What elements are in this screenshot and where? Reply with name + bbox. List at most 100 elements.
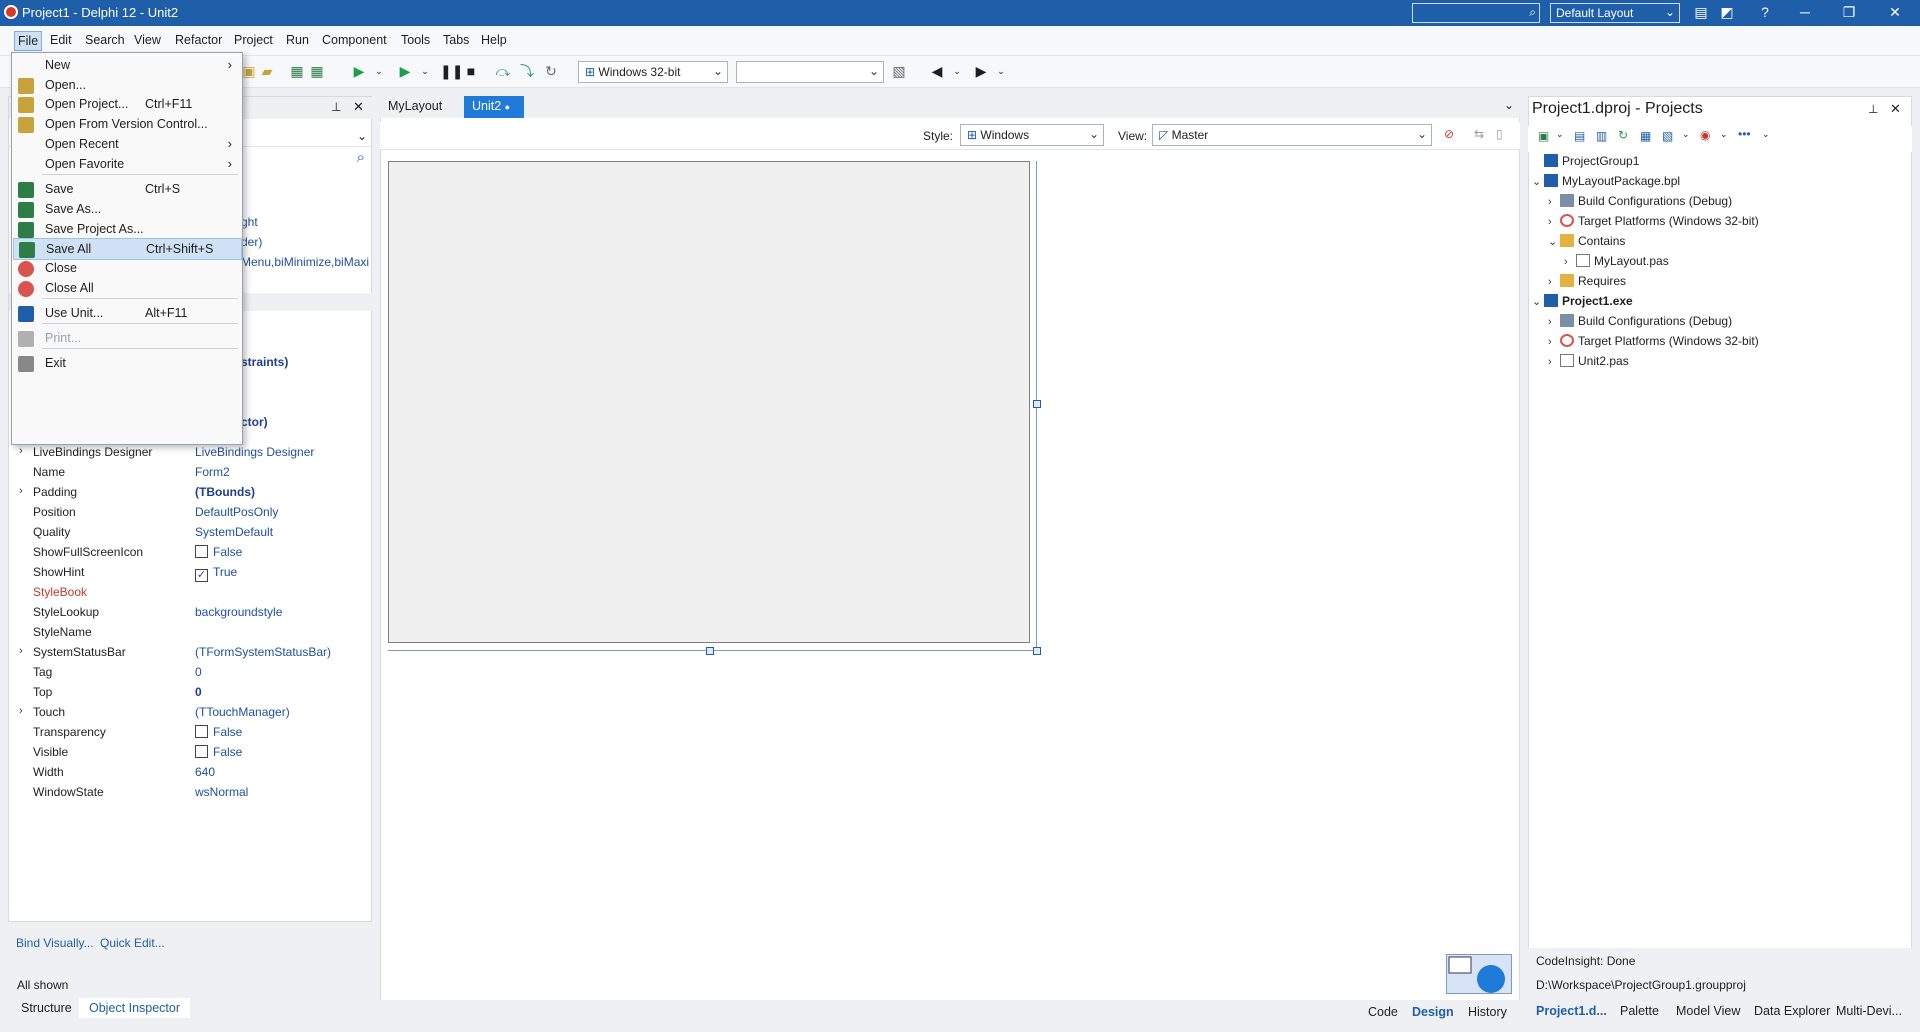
step-over-icon[interactable]: ⤼ [494,62,512,80]
save-icon[interactable]: ▦ [288,62,306,80]
restore-icon[interactable]: ❐ [1838,4,1860,21]
close-panel-icon[interactable]: ✕ [1890,101,1901,117]
stop-icon[interactable]: ■ [462,62,480,80]
tab-model-view[interactable]: Model View [1676,1004,1740,1018]
property-row[interactable]: WindowState wsNormal [9,783,373,803]
tab-unit2[interactable]: Unit2 ● [464,96,524,118]
property-value[interactable]: SystemDefault [195,525,273,539]
minimize-icon[interactable]: ─ [1794,4,1816,20]
tab-structure[interactable]: Structure [11,998,82,1018]
property-row[interactable]: › Touch (TTouchManager) [9,703,373,723]
tab-code[interactable]: Code [1368,1005,1398,1019]
file-menu-item-save-all[interactable]: Save All Ctrl+Shift+S [13,238,242,260]
file-menu-item-exit[interactable]: Exit [13,353,242,375]
file-menu-item-print[interactable]: Print... [13,328,242,350]
collapse-icon[interactable]: ⌄ [1532,295,1544,308]
layout-selector[interactable]: Default Layout ⌄ [1550,3,1680,23]
property-row[interactable]: Visible False [9,743,373,763]
checkbox-checked-icon[interactable]: ✓ [195,569,208,582]
save-desktop-icon[interactable]: ▤ [1690,4,1712,21]
property-value[interactable]: DefaultPosOnly [195,505,278,519]
chevron-down-icon[interactable]: ⌄ [1720,129,1728,140]
file-menu-item-new[interactable]: New › [13,55,242,77]
sync-view-icon[interactable]: ⇆ [1474,127,1484,141]
property-row[interactable]: Quality SystemDefault [9,523,373,543]
property-value[interactable]: False [195,725,242,739]
menu-project[interactable]: Project [234,33,273,47]
tree-item[interactable]: ⌄ Project1.exe [1532,294,1633,312]
expand-icon[interactable]: › [19,645,23,657]
expand-icon[interactable]: › [19,705,23,717]
pin-icon[interactable]: ⊥ [331,100,341,114]
menu-tools[interactable]: Tools [401,33,430,47]
build-config-combo[interactable]: ⌄ [736,61,884,83]
options-icon[interactable]: ▦ [1640,129,1651,143]
form-preview-thumbnail[interactable] [1446,954,1512,994]
file-menu-item-open-favorite[interactable]: Open Favorite › [13,154,242,176]
menu-search[interactable]: Search [85,33,125,47]
property-value[interactable]: ✓ True [195,565,237,582]
tree-item[interactable]: › Build Configurations (Debug) [1548,314,1732,332]
expand-icon[interactable]: › [1548,276,1560,288]
property-row[interactable]: Width 640 [9,763,373,783]
property-row[interactable]: › Padding (TBounds) [9,483,373,503]
close-panel-icon[interactable]: ✕ [353,99,364,115]
build-icon[interactable]: ◉ [1700,128,1710,142]
tab-project[interactable]: Project1.d... [1536,1004,1607,1018]
expand-icon[interactable]: › [1548,356,1560,368]
collapse-icon[interactable]: ⌄ [1532,175,1544,188]
property-value[interactable]: 0 [195,685,202,699]
property-row[interactable]: StyleBook [9,583,373,603]
checkbox-icon[interactable] [195,545,208,558]
view-combo[interactable]: ◸ Master ⌄ [1152,124,1432,146]
tree-item[interactable]: › Target Platforms (Windows 32-bit) [1548,334,1759,352]
tree-item[interactable]: › Build Configurations (Debug) [1548,194,1732,212]
more-icon[interactable]: ••• [1738,127,1751,141]
tree-item[interactable]: › MyLayout.pas [1564,254,1669,272]
folder-icon[interactable]: ▰ [258,62,276,80]
file-menu-item-save-as[interactable]: Save As... [13,199,242,221]
checkbox-icon[interactable] [195,745,208,758]
tab-palette[interactable]: Palette [1620,1004,1659,1018]
close-icon[interactable]: ✕ [1884,4,1906,21]
tree-item[interactable]: › Target Platforms (Windows 32-bit) [1548,214,1759,232]
help-icon[interactable]: ? [1754,4,1776,20]
property-row[interactable]: Top 0 [9,683,373,703]
file-menu-item-open-recent[interactable]: Open Recent › [13,134,242,156]
sync-icon[interactable]: ↻ [1618,128,1628,142]
menu-help[interactable]: Help [481,33,507,47]
property-value[interactable]: (TTouchManager) [195,705,290,719]
menu-tabs[interactable]: Tabs [443,33,469,47]
resize-handle-corner[interactable] [1033,647,1041,655]
property-value[interactable]: 640 [195,765,215,779]
file-menu-item-save[interactable]: Save Ctrl+S [13,179,242,201]
quick-edit-link[interactable]: Quick Edit... [100,936,165,950]
run-without-debug-icon[interactable]: ▶ [396,62,414,80]
property-value[interactable]: Form2 [195,465,230,479]
forward-icon[interactable]: ▶ [972,62,990,80]
property-row[interactable]: › LiveBindings Designer LiveBindings Desig… [9,443,373,463]
property-value[interactable]: 0 [195,665,202,679]
tree-item[interactable]: ProjectGroup1 [1532,154,1639,172]
menu-run[interactable]: Run [286,33,309,47]
run-without-debug-dropdown-icon[interactable]: ⌄ [416,62,434,80]
chevron-down-icon[interactable]: ⌄ [1504,98,1514,112]
form-canvas[interactable] [388,161,1030,643]
property-value[interactable]: False [195,545,242,559]
expand-icon[interactable]: › [19,485,23,497]
device-view-icon[interactable]: ▯ [1496,127,1503,141]
menu-view[interactable]: View [134,33,161,47]
expand-icon[interactable]: › [1564,256,1576,268]
run-icon[interactable]: ▶ [350,62,368,80]
resize-handle-bottom[interactable] [706,647,714,655]
remove-icon[interactable]: ▥ [1596,129,1607,143]
property-row[interactable]: ShowHint ✓ True [9,563,373,583]
expand-icon[interactable]: › [1548,336,1560,348]
tab-multi-device[interactable]: Multi-Devi... [1836,1004,1902,1018]
run-dropdown-icon[interactable]: ⌄ [370,62,388,80]
file-menu-item-close-all[interactable]: Close All [13,278,242,300]
tab-data-explorer[interactable]: Data Explorer [1754,1004,1830,1018]
new-icon[interactable]: ▤ [1574,129,1585,143]
tree-item[interactable]: › Unit2.pas [1548,354,1629,372]
property-value[interactable]: wsNormal [195,785,248,799]
